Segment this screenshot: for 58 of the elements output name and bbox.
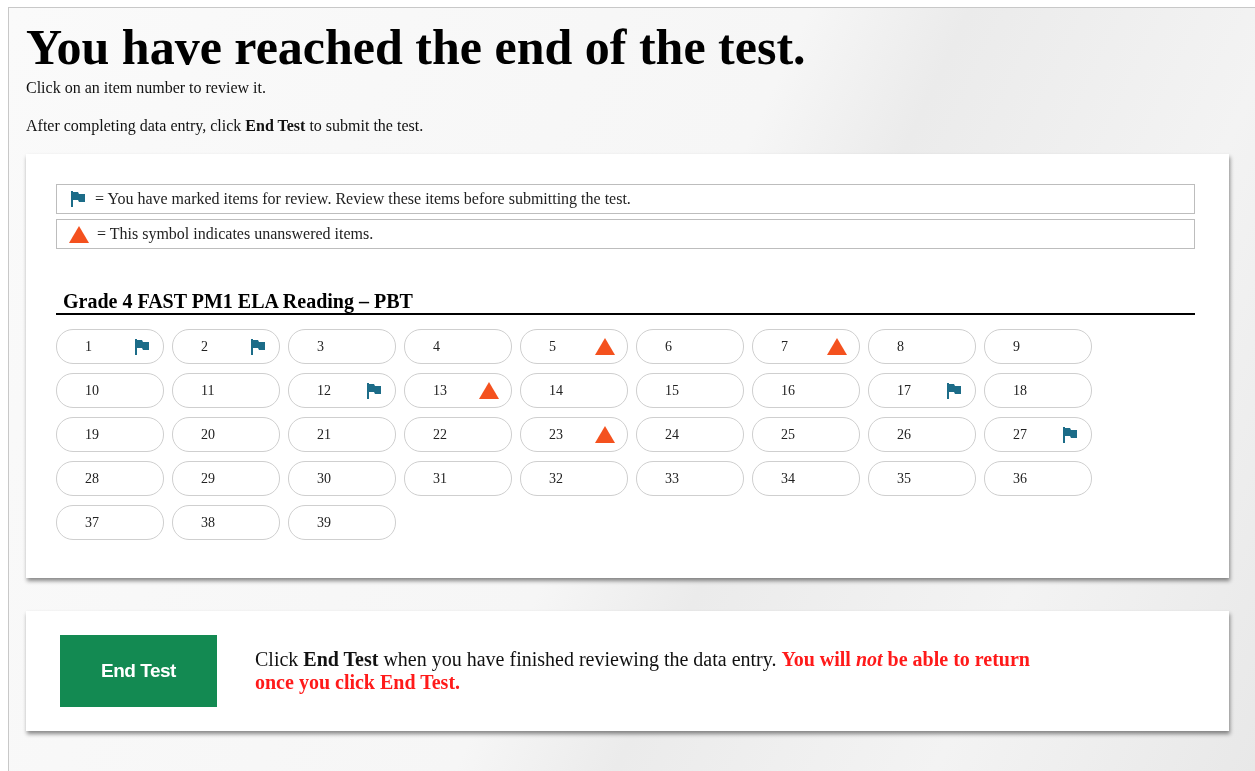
item-number-button[interactable]: 22 xyxy=(404,417,512,452)
item-number-button[interactable]: 31 xyxy=(404,461,512,496)
instruction-text: After completing data entry, click End Test to submit the test. xyxy=(26,116,425,136)
item-number-button[interactable]: 16 xyxy=(752,373,860,408)
item-number-button[interactable]: 13 xyxy=(404,373,512,408)
item-number-button[interactable]: 27 xyxy=(984,417,1092,452)
item-number-button[interactable]: 1 xyxy=(56,329,164,364)
item-number-button[interactable]: 32 xyxy=(520,461,628,496)
item-number-button[interactable]: 34 xyxy=(752,461,860,496)
item-number-button[interactable]: 38 xyxy=(172,505,280,540)
item-number-button[interactable]: 37 xyxy=(56,505,164,540)
item-number-button[interactable]: 23 xyxy=(520,417,628,452)
page-title: You have reached the end of the test. xyxy=(26,18,807,76)
item-number-button[interactable]: 5 xyxy=(520,329,628,364)
legend-text: = This symbol indicates unanswered items. xyxy=(97,225,374,243)
item-number-button[interactable]: 2 xyxy=(172,329,280,364)
item-number-button[interactable]: 17 xyxy=(868,373,976,408)
item-number-button[interactable]: 30 xyxy=(288,461,396,496)
instruction-text: Click on an item number to review it. xyxy=(26,78,267,98)
warning-triangle-icon xyxy=(827,338,847,355)
flag-icon xyxy=(133,337,151,356)
item-number-button[interactable]: 28 xyxy=(56,461,164,496)
item-number-button[interactable]: 26 xyxy=(868,417,976,452)
item-number-button[interactable]: 39 xyxy=(288,505,396,540)
item-number-button[interactable]: 18 xyxy=(984,373,1092,408)
section-title: Grade 4 FAST PM1 ELA Reading – PBT xyxy=(56,289,1195,315)
item-number-button[interactable]: 21 xyxy=(288,417,396,452)
end-test-button[interactable]: End Test xyxy=(60,635,217,707)
item-number-button[interactable]: 24 xyxy=(636,417,744,452)
item-number-button[interactable]: 29 xyxy=(172,461,280,496)
item-number-button[interactable]: 15 xyxy=(636,373,744,408)
item-number-button[interactable]: 10 xyxy=(56,373,164,408)
legend-text: = You have marked items for review. Review these items before submitting the test. xyxy=(95,190,631,208)
item-number-button[interactable]: 20 xyxy=(172,417,280,452)
flag-icon xyxy=(1061,425,1079,444)
item-number-button[interactable]: 8 xyxy=(868,329,976,364)
item-number-button[interactable]: 11 xyxy=(172,373,280,408)
item-number-button[interactable]: 25 xyxy=(752,417,860,452)
item-number-button[interactable]: 36 xyxy=(984,461,1092,496)
item-number-button[interactable]: 3 xyxy=(288,329,396,364)
flag-icon xyxy=(249,337,267,356)
warning-triangle-icon xyxy=(595,338,615,355)
warning-triangle-icon xyxy=(479,382,499,399)
flag-icon xyxy=(945,381,963,400)
item-number-button[interactable]: 35 xyxy=(868,461,976,496)
flag-icon xyxy=(365,381,383,400)
item-number-button[interactable]: 9 xyxy=(984,329,1092,364)
item-number-button[interactable]: 6 xyxy=(636,329,744,364)
warning-triangle-icon xyxy=(595,426,615,443)
flag-icon xyxy=(69,190,87,208)
item-number-button[interactable]: 12 xyxy=(288,373,396,408)
item-number-button[interactable]: 33 xyxy=(636,461,744,496)
item-number-button[interactable]: 14 xyxy=(520,373,628,408)
item-number-button[interactable]: 19 xyxy=(56,417,164,452)
item-number-button[interactable]: 4 xyxy=(404,329,512,364)
item-number-button[interactable]: 7 xyxy=(752,329,860,364)
end-test-note: Click End Test when you have finished reviewing the data entry. You will not be able to return once you click End Test. xyxy=(255,648,1031,694)
warning-triangle-icon xyxy=(69,225,89,243)
